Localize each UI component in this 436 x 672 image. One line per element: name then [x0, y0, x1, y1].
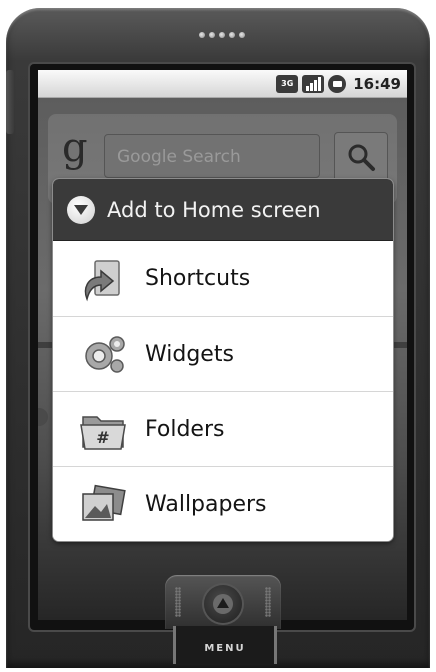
- home-button[interactable]: [204, 585, 242, 623]
- folders-icon: #: [75, 404, 131, 454]
- wallpapers-icon: [75, 479, 131, 529]
- search-icon: [348, 144, 375, 171]
- dock-grip-right: [265, 587, 271, 617]
- option-label: Wallpapers: [145, 491, 267, 517]
- battery-icon: [328, 74, 347, 93]
- add-to-home-dialog: Add to Home screen Shortcuts Widgets # F…: [53, 179, 393, 541]
- speaker-grille: [199, 32, 245, 38]
- option-wallpapers[interactable]: Wallpapers: [53, 466, 393, 541]
- option-folders[interactable]: # Folders: [53, 391, 393, 466]
- widgets-icon: [75, 329, 131, 379]
- home-button-icon: [213, 594, 233, 614]
- option-shortcuts[interactable]: Shortcuts: [53, 241, 393, 316]
- status-time: 16:49: [353, 74, 401, 93]
- option-label: Shortcuts: [145, 266, 251, 291]
- side-volume-key[interactable]: [6, 70, 14, 134]
- svg-text:#: #: [96, 428, 109, 447]
- dock-grip-left: [175, 587, 181, 617]
- status-bar[interactable]: 3G 16:49: [38, 70, 407, 98]
- option-label: Widgets: [145, 341, 234, 367]
- menu-key[interactable]: MENU: [173, 626, 277, 664]
- search-input[interactable]: Google Search: [104, 134, 320, 178]
- option-widgets[interactable]: Widgets: [53, 316, 393, 391]
- network-3g-icon: 3G: [276, 74, 299, 93]
- dialog-title: Add to Home screen: [107, 197, 321, 222]
- home-dock: [165, 575, 281, 629]
- add-icon: [67, 195, 95, 224]
- search-button[interactable]: [334, 132, 388, 182]
- signal-strength-icon: [302, 74, 325, 93]
- background-shape: [38, 408, 48, 426]
- dialog-header: Add to Home screen: [53, 179, 393, 241]
- option-label: Folders: [145, 416, 225, 442]
- google-logo: g: [62, 125, 88, 171]
- shortcuts-icon: [75, 254, 131, 304]
- option-list: Shortcuts Widgets # Folders Wallpapers: [53, 241, 393, 541]
- network-type-label: 3G: [281, 78, 294, 88]
